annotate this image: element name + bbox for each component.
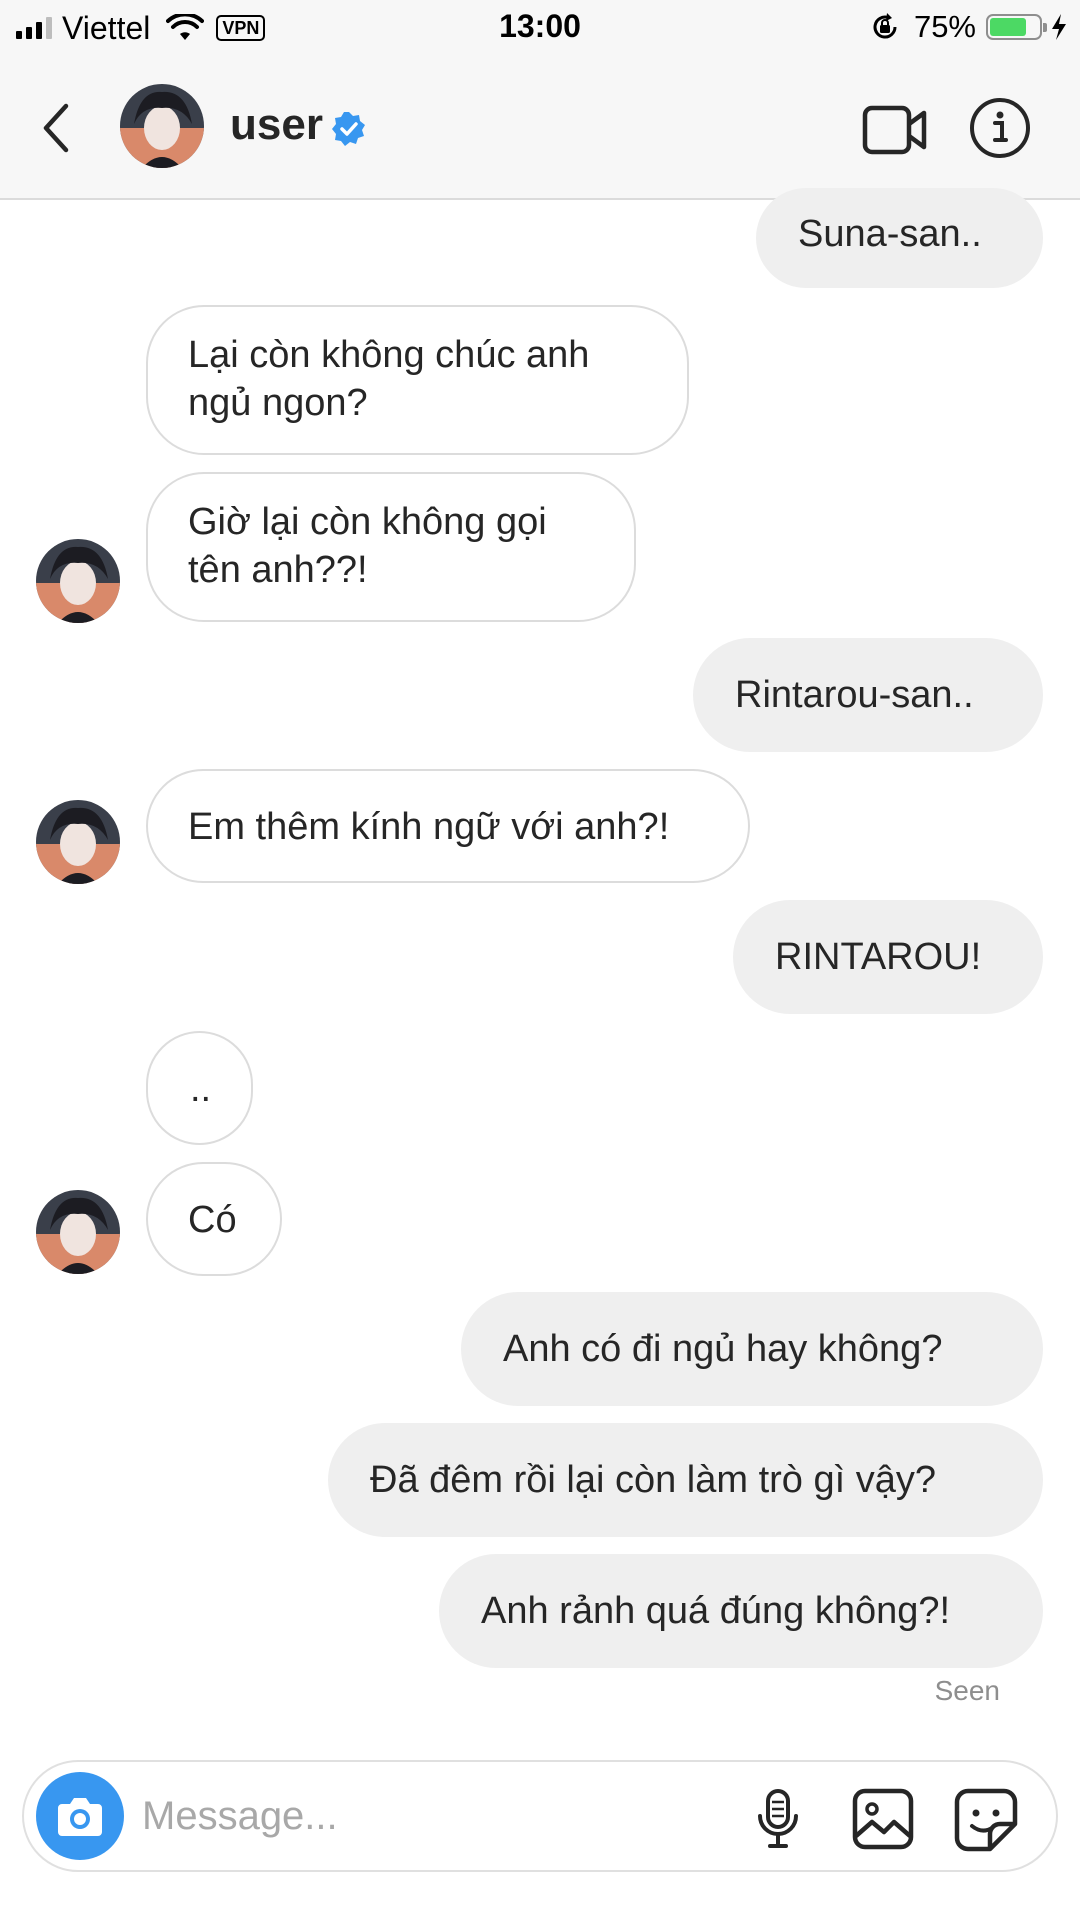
message-bubble-sent[interactable]: Đã đêm rồi lại còn làm trò gì vậy? [328,1423,1043,1537]
message-bubble-received[interactable]: Lại còn không chúc anh ngủ ngon? [146,305,689,455]
info-icon[interactable] [968,96,1032,160]
message-bubble-received[interactable]: Giờ lại còn không gọi tên anh??! [146,472,636,622]
sticker-icon[interactable] [954,1788,1018,1852]
message-text: Anh rảnh quá đúng không?! [481,1590,951,1632]
avatar[interactable] [36,539,120,623]
message-text: Lại còn không chúc anh ngủ ngon? [188,334,590,424]
battery-fill [990,18,1026,36]
message-text: Có [188,1199,237,1241]
message-bubble-received[interactable]: .. [146,1031,253,1145]
video-camera-icon[interactable] [862,102,928,158]
status-right: 75% [870,8,1068,46]
message-bubble-sent[interactable]: Anh có đi ngủ hay không? [461,1292,1043,1406]
message-composer [22,1760,1058,1872]
message-text: Rintarou-san.. [735,674,974,716]
orientation-lock-icon [873,13,897,39]
message-text: Suna-san.. [798,213,982,255]
message-text: Anh có đi ngủ hay không? [503,1328,943,1370]
chat-header: user [0,58,1080,200]
message-bubble-sent[interactable]: Suna-san.. [756,188,1043,288]
message-bubble-sent[interactable]: Rintarou-san.. [693,638,1043,752]
microphone-icon[interactable] [750,1788,806,1850]
chat-title[interactable]: user [230,100,323,150]
message-bubble-received[interactable]: Em thêm kính ngữ với anh?! [146,769,750,883]
message-bubble-sent[interactable]: Anh rảnh quá đúng không?! [439,1554,1043,1668]
camera-button[interactable] [36,1772,124,1860]
message-text: Em thêm kính ngữ với anh?! [188,806,670,848]
camera-icon [58,1798,102,1836]
status-bar: Viettel VPN 13:00 75% [0,0,1080,58]
avatar[interactable] [120,84,204,168]
avatar[interactable] [36,800,120,884]
verified-badge-icon [332,112,365,146]
message-bubble-sent[interactable]: RINTAROU! [733,900,1043,1014]
avatar[interactable] [36,1190,120,1274]
battery-icon [986,14,1047,40]
message-text: Đã đêm rồi lại còn làm trò gì vậy? [370,1459,937,1501]
image-gallery-icon[interactable] [852,1788,914,1850]
battery-percent: 75% [913,9,976,44]
message-bubble-received[interactable]: Có [146,1162,282,1276]
charging-icon [1052,14,1066,40]
message-text: Giờ lại còn không gọi tên anh??! [188,501,547,591]
message-input[interactable] [142,1790,702,1842]
seen-indicator: Seen [934,1675,1000,1706]
chevron-left-icon[interactable] [36,98,76,158]
message-text: .. [190,1068,212,1110]
message-text: RINTAROU! [775,936,982,978]
